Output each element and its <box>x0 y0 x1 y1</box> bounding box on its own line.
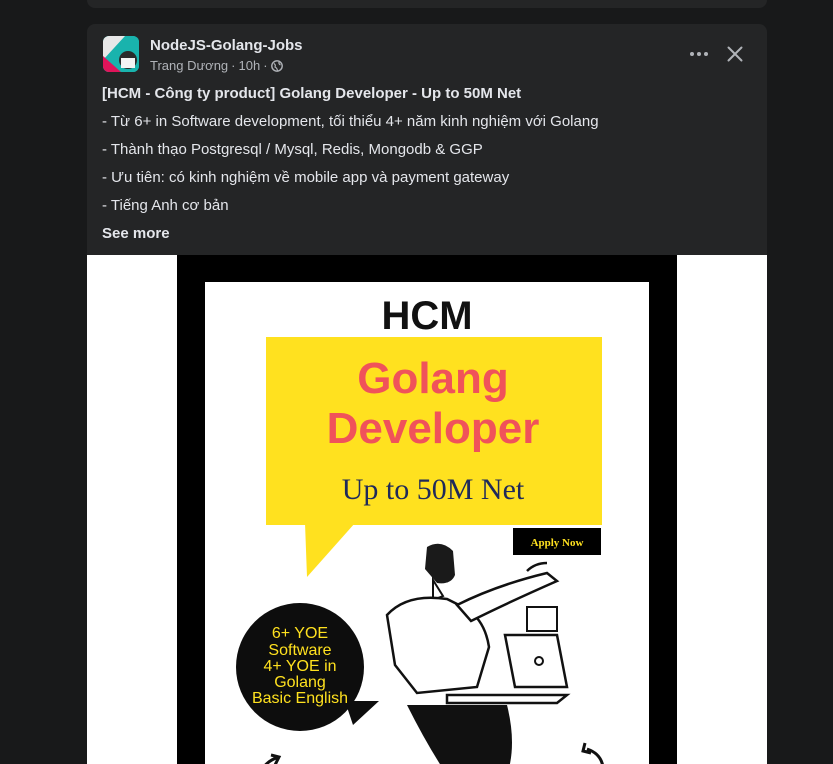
req-line: Software <box>268 642 331 659</box>
post-title: [HCM - Công ty product] Golang Developer… <box>102 85 522 102</box>
meta-separator: · <box>263 58 268 73</box>
post-time[interactable]: 10h <box>239 58 261 73</box>
author-name[interactable]: Trang Dương <box>150 58 228 73</box>
req-line: 4+ YOE in <box>263 658 336 675</box>
post-card: NodeJS-Golang-Jobs Trang Dương · 10h · [… <box>87 24 767 764</box>
poster-location: HCM <box>381 294 472 338</box>
post-meta: Trang Dương · 10h · <box>150 58 283 73</box>
poster-salary: Up to 50M Net <box>342 473 525 506</box>
previous-post-card <box>87 0 767 8</box>
poster-role-line2: Developer <box>327 404 540 453</box>
req-line: Golang <box>274 674 326 691</box>
post-line: - Ưu tiên: có kinh nghiệm về mobile app … <box>102 169 510 186</box>
post-line: - Từ 6+ in Software development, tối thi… <box>102 113 599 130</box>
close-icon <box>727 46 743 62</box>
close-button[interactable] <box>721 40 749 68</box>
globe-icon <box>270 59 283 72</box>
group-name[interactable]: NodeJS-Golang-Jobs <box>150 37 303 54</box>
poster-role-line1: Golang <box>357 354 509 403</box>
more-icon <box>690 52 708 56</box>
group-avatar[interactable] <box>103 36 139 72</box>
more-options-button[interactable] <box>685 40 713 68</box>
req-line: 6+ YOE <box>272 625 328 642</box>
post-text: [HCM - Công ty product] Golang Developer… <box>102 82 752 250</box>
req-line: Basic English <box>252 690 348 707</box>
meta-separator: · <box>231 58 236 73</box>
post-line: - Tiếng Anh cơ bản <box>102 197 229 214</box>
post-line: - Thành thạo Postgresql / Mysql, Redis, … <box>102 141 483 158</box>
apply-now-text: Apply Now <box>531 537 584 549</box>
see-more-link[interactable]: See more <box>102 225 170 242</box>
post-header: NodeJS-Golang-Jobs Trang Dương · 10h · <box>103 36 751 76</box>
post-image[interactable]: HCM Golang Developer Up to 50M Net Apply… <box>87 255 767 764</box>
